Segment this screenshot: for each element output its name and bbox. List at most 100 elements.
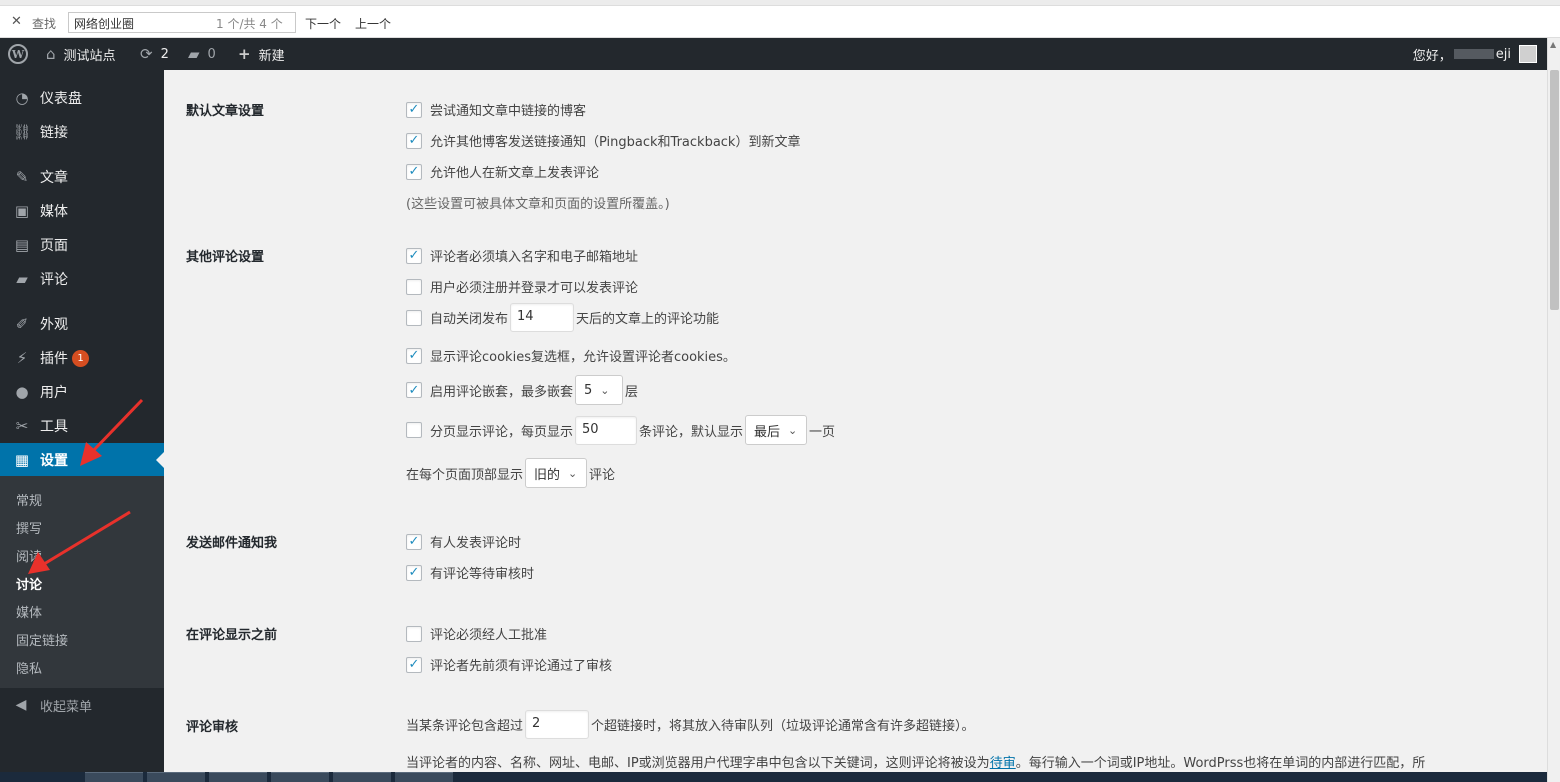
checkbox-unchecked[interactable] bbox=[406, 625, 422, 642]
option-label: 显示评论cookies复选框，允许设置评论者cookies。 bbox=[430, 350, 736, 365]
taskbar-button[interactable] bbox=[271, 772, 329, 782]
moderation-keywords-description: 当评论者的内容、名称、网址、电邮、IP或浏览器用户代理字串中包含以下关键词，这则… bbox=[406, 752, 1425, 771]
select-value: 旧的 bbox=[534, 467, 561, 483]
option-require-name-email: ✓ 评论者必须填入名字和电子邮箱地址 bbox=[406, 246, 638, 265]
new-content-link[interactable]: + 新建 bbox=[238, 38, 285, 70]
option-cookies-checkbox: ✓ 显示评论cookies复选框，允许设置评论者cookies。 bbox=[406, 346, 736, 365]
checkbox-checked[interactable]: ✓ bbox=[406, 163, 422, 180]
plugin-update-badge: 1 bbox=[72, 349, 89, 367]
site-link[interactable]: ⌂ 测试站点 bbox=[46, 38, 116, 70]
sidebar-item-label: 评论 bbox=[40, 272, 68, 288]
taskbar-button[interactable] bbox=[209, 772, 267, 782]
heading-default-article: 默认文章设置 bbox=[186, 104, 265, 119]
media-icon: ▣ bbox=[14, 202, 30, 220]
default-article-note: (这些设置可被具体文章和页面的设置所覆盖。) bbox=[406, 197, 670, 212]
link-icon: ⛓ bbox=[12, 123, 32, 141]
comment-order-select[interactable]: 旧的 ⌄ bbox=[525, 458, 588, 488]
checkbox-checked[interactable]: ✓ bbox=[406, 382, 422, 398]
submenu-reading[interactable]: 阅读 bbox=[16, 546, 42, 565]
submenu-permalinks[interactable]: 固定链接 bbox=[16, 630, 68, 649]
checkbox-checked[interactable]: ✓ bbox=[406, 132, 422, 149]
sidebar-item-appearance[interactable]: ✐ 外观 bbox=[0, 307, 164, 341]
close-find-icon[interactable]: ✕ bbox=[11, 14, 22, 29]
plus-icon: + bbox=[238, 45, 251, 63]
scroll-up-icon[interactable]: ▲ bbox=[1550, 40, 1556, 49]
option-label: 评论者必须填入名字和电子邮箱地址 bbox=[430, 250, 639, 265]
find-label: 查找 bbox=[32, 17, 57, 31]
select-value: 最后 bbox=[754, 424, 781, 440]
sidebar-item-users[interactable]: ● 用户 bbox=[0, 375, 164, 409]
sidebar-item-label: 页面 bbox=[40, 238, 68, 254]
checkbox-unchecked[interactable] bbox=[406, 422, 422, 438]
site-name: 测试站点 bbox=[63, 48, 116, 64]
chevron-down-icon: ⌄ bbox=[600, 383, 610, 397]
taskbar-button[interactable] bbox=[85, 772, 143, 782]
find-prev-button[interactable]: 上一个 bbox=[355, 15, 391, 32]
comments-link[interactable]: ▰ 0 bbox=[188, 38, 216, 70]
submenu-general[interactable]: 常规 bbox=[16, 490, 42, 509]
sidebar-item-label: 媒体 bbox=[40, 204, 68, 220]
wrench-icon: ✂ bbox=[15, 417, 29, 435]
sidebar-item-label: 用户 bbox=[40, 385, 68, 401]
sidebar-item-tools[interactable]: ✂ 工具 bbox=[0, 409, 164, 443]
heading-moderation: 评论审核 bbox=[186, 720, 239, 735]
option-label: 当评论者的内容、名称、网址、电邮、IP或浏览器用户代理字串中包含以下关键词，这则… bbox=[406, 756, 990, 771]
scrollbar-thumb[interactable] bbox=[1550, 70, 1559, 310]
discussion-settings-form: 默认文章设置 ✓ 尝试通知文章中链接的博客 ✓ 允许其他博客发送链接通知（Pin… bbox=[164, 70, 1547, 782]
checkbox-unchecked[interactable] bbox=[406, 278, 422, 295]
sidebar-item-label: 文章 bbox=[40, 170, 68, 186]
collapse-arrow-icon: ◀ bbox=[15, 697, 27, 713]
submenu-discussion[interactable]: 讨论 bbox=[16, 574, 42, 593]
new-label: 新建 bbox=[258, 48, 285, 64]
option-label: 尝试通知文章中链接的博客 bbox=[430, 104, 587, 119]
thread-depth-select[interactable]: 5 ⌄ bbox=[575, 375, 624, 405]
taskbar-button[interactable] bbox=[395, 772, 453, 782]
checkbox-checked[interactable]: ✓ bbox=[406, 564, 422, 581]
submenu-writing[interactable]: 撰写 bbox=[16, 518, 42, 537]
submenu-privacy[interactable]: 隐私 bbox=[16, 658, 42, 677]
option-email-on-comment: ✓ 有人发表评论时 bbox=[406, 532, 521, 551]
submenu-media[interactable]: 媒体 bbox=[16, 602, 42, 621]
sidebar-item-label: 工具 bbox=[40, 419, 68, 435]
home-icon: ⌂ bbox=[46, 45, 56, 63]
option-label: 有评论等待审核时 bbox=[430, 567, 535, 582]
sidebar-item-posts[interactable]: ✎ 文章 bbox=[0, 160, 164, 194]
sidebar-item-settings[interactable]: ▦ 设置 bbox=[0, 443, 164, 477]
checkbox-checked[interactable]: ✓ bbox=[406, 101, 422, 118]
admin-bar: W ⌂ 测试站点 ⟳ 2 ▰ 0 + 新建 您好， eji bbox=[0, 38, 1547, 70]
checkbox-checked[interactable]: ✓ bbox=[406, 347, 422, 364]
wordpress-logo-icon[interactable]: W bbox=[8, 38, 34, 70]
option-label: 个超链接时，将其放入待审队列（垃圾评论通常含有许多超链接）。 bbox=[591, 719, 975, 734]
collapse-menu-button[interactable]: ◀ 收起菜单 bbox=[0, 694, 164, 716]
checkbox-unchecked[interactable] bbox=[406, 309, 422, 326]
option-label: 评论必须经人工批准 bbox=[430, 628, 548, 643]
chevron-down-icon: ⌄ bbox=[788, 423, 798, 437]
select-value: 5 bbox=[584, 382, 593, 398]
max-links-input[interactable]: 2 bbox=[525, 710, 590, 739]
comment-icon: ▰ bbox=[16, 270, 28, 288]
updates-link[interactable]: ⟳ 2 bbox=[140, 38, 169, 70]
sidebar-item-dashboard[interactable]: ◔ 仪表盘 bbox=[0, 81, 164, 115]
checkbox-checked[interactable]: ✓ bbox=[406, 247, 422, 264]
option-link-limit: 当某条评论包含超过 2 个超链接时，将其放入待审队列（垃圾评论通常含有许多超链接… bbox=[406, 710, 975, 739]
default-page-select[interactable]: 最后 ⌄ bbox=[745, 415, 808, 445]
comments-per-page-input[interactable]: 50 bbox=[575, 415, 638, 445]
sidebar-item-comments[interactable]: ▰ 评论 bbox=[0, 262, 164, 296]
sidebar-item-media[interactable]: ▣ 媒体 bbox=[0, 194, 164, 228]
find-next-button[interactable]: 下一个 bbox=[305, 15, 341, 32]
sidebar-item-pages[interactable]: ▤ 页面 bbox=[0, 228, 164, 262]
checkbox-checked[interactable]: ✓ bbox=[406, 533, 422, 550]
comments-count: 0 bbox=[207, 46, 216, 62]
sidebar-item-plugins[interactable]: ⚡ 插件 1 bbox=[0, 341, 164, 375]
user-greeting[interactable]: 您好， eji bbox=[1413, 38, 1537, 70]
sidebar-item-links[interactable]: ⛓ 链接 bbox=[0, 115, 164, 149]
taskbar-button[interactable] bbox=[333, 772, 391, 782]
find-match-count: 1 个/共 4 个 bbox=[216, 17, 283, 31]
taskbar-button[interactable] bbox=[147, 772, 205, 782]
moderation-queue-link[interactable]: 待审 bbox=[990, 752, 1016, 771]
close-days-input[interactable]: 14 bbox=[510, 303, 575, 332]
collapse-label: 收起菜单 bbox=[40, 699, 93, 715]
page-scrollbar[interactable]: ▲ bbox=[1547, 38, 1560, 782]
dashboard-icon: ◔ bbox=[15, 89, 29, 107]
checkbox-checked[interactable]: ✓ bbox=[406, 656, 422, 673]
